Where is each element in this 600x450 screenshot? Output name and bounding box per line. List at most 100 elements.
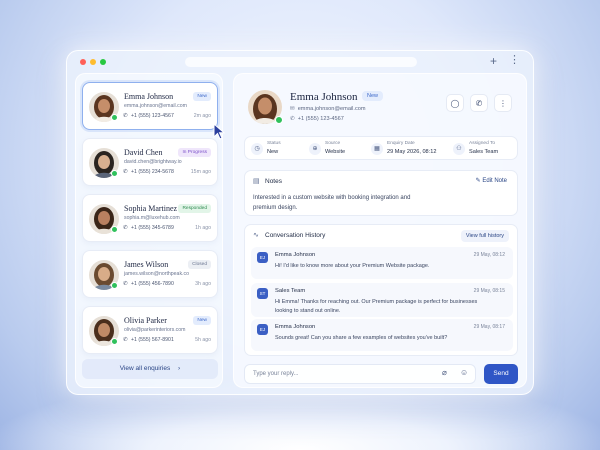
meta-label: Enquiry Date [387,141,415,146]
contact-phone: +1 (555) 123-4567 [297,116,344,122]
send-button[interactable]: Send [484,364,518,384]
phone-icon: ✆ [123,169,128,175]
chat-button[interactable]: ◯ [446,94,464,112]
note-icon: ▤ [253,178,260,185]
app-window: + ⋮ Emma Johnson New emma.johnson@email.… [66,50,534,395]
activity-icon: ∿ [253,232,259,239]
globe-icon: ⊕ [309,143,321,155]
phone-icon: ✆ [475,99,483,108]
online-status-icon [111,338,118,345]
chat-icon: ◯ [450,99,460,108]
view-full-history-button[interactable]: View full history [460,230,509,242]
message-item: EJ Emma Johnson 29 May, 08:17 Sounds gre… [251,319,513,351]
contact-email: david.chen@brightway.io [124,159,182,165]
sender-avatar: ST [257,288,268,299]
meta-label: Status [267,141,281,146]
contact-name: James Wilson [124,260,169,269]
message-item: EJ Emma Johnson 29 May, 08:12 Hi! I'd li… [251,247,513,279]
message-text: Hi Emma! Thanks for reaching out. Our Pr… [275,299,478,314]
emoji-icon[interactable]: ☺ [460,368,468,377]
message-date: 29 May, 08:12 [473,252,505,258]
clock-icon: ◷ [251,143,263,155]
status-badge: Responded [178,204,211,213]
enquiry-detail: Emma Johnson New ✉ emma.johnson@email.com… [233,73,527,388]
reply-bar: Type your reply... ⌀ ☺ Send [244,364,518,384]
contact-email: olivia@parkerinteriors.com [124,327,186,333]
notes-panel: ▤ Notes ✎ Edit Note Interested in a cust… [244,170,518,216]
new-tab-icon[interactable]: + [490,54,497,68]
more-vertical-icon: ⋮ [499,99,507,108]
message-text: Sounds great! Can you share a few exampl… [275,335,448,341]
status-badge: New [193,92,211,101]
meta-label: Source [325,141,341,146]
minimize-window-button[interactable] [90,59,96,65]
close-window-button[interactable] [80,59,86,65]
attachment-icon[interactable]: ⌀ [442,368,447,377]
timestamp: 3h ago [195,281,211,287]
meta-value: 29 May 2026, 08:12 [387,149,437,155]
contact-email: emma.johnson@email.com [124,103,187,109]
phone-icon: ✆ [123,113,128,119]
meta-value: New [267,149,279,155]
meta-value: Sales Team [469,149,499,155]
chevron-right-icon: › [178,365,181,372]
contact-card[interactable]: Emma Johnson New emma.johnson@email.com … [82,82,218,130]
mail-icon: ✉ [290,106,295,112]
conversation-history-panel: ∿ Conversation History View full history… [244,224,518,356]
online-status-icon [111,114,118,121]
contact-phone: +1 (555) 123-4567 [131,113,174,119]
maximize-window-button[interactable] [100,59,106,65]
contact-email: sophia.m@luxehub.com [124,215,180,221]
contact-name: Sophia Martinez [124,204,178,213]
contact-card[interactable]: Olivia Parker New olivia@parkerinteriors… [82,306,218,354]
contact-email: james.wilson@northpeak.co [124,271,189,277]
contact-email: emma.johnson@email.com [297,106,366,112]
view-all-enquiries-button[interactable]: View all enquiries › [82,359,218,379]
contact-phone: +1 (555) 567-8901 [131,337,174,343]
timestamp: 1h ago [195,225,211,231]
message-item: ST Sales Team 29 May, 08:15 Hi Emma! Tha… [251,283,513,317]
sender-name: Emma Johnson [275,252,316,258]
contact-card[interactable]: James Wilson Closed james.wilson@northpe… [82,250,218,298]
status-badge: New [193,316,211,325]
sender-avatar: EJ [257,324,268,335]
message-date: 29 May, 08:15 [473,288,505,294]
meta-value: Website [325,149,346,155]
more-options-button[interactable]: ⋮ [494,94,512,112]
mouse-cursor-icon [213,123,226,140]
notes-title: Notes [265,178,282,185]
contact-card[interactable]: Sophia Martinez Responded sophia.m@luxeh… [82,194,218,242]
enquiry-list: Emma Johnson New emma.johnson@email.com … [75,73,223,388]
phone-icon: ✆ [123,225,128,231]
phone-icon: ✆ [290,116,295,122]
phone-icon: ✆ [123,337,128,343]
sender-name: Emma Johnson [275,324,316,330]
history-title: Conversation History [265,232,326,239]
contact-name: David Chen [124,148,163,157]
status-badge: In Progress [178,148,211,157]
title-bar: + ⋮ [67,51,533,73]
call-button[interactable]: ✆ [470,94,488,112]
view-all-label: View all enquiries [119,365,171,372]
contact-card[interactable]: David Chen In Progress david.chen@bright… [82,138,218,186]
phone-icon: ✆ [123,281,128,287]
contact-name: Emma Johnson [124,92,174,101]
online-status-icon [111,170,118,177]
sender-avatar: EJ [257,252,268,263]
sender-name: Sales Team [275,288,306,294]
notes-text: Interested in a custom website with book… [253,195,411,211]
address-bar[interactable] [185,57,417,67]
online-status-icon [111,226,118,233]
contact-name: Emma Johnson [290,91,358,103]
timestamp: 5h ago [195,337,211,343]
status-badge: Closed [188,260,211,269]
edit-note-button[interactable]: ✎ Edit Note [476,177,507,184]
more-menu-icon[interactable]: ⋮ [509,53,520,67]
contact-phone: +1 (555) 345-6789 [131,225,174,231]
timestamp: 2m ago [193,113,211,119]
online-status-icon [111,282,118,289]
status-badge: New [362,91,384,101]
meta-label: Assigned To [469,141,496,146]
message-text: Hi! I'd like to know more about your Pre… [275,263,430,269]
contact-name: Olivia Parker [124,316,167,325]
